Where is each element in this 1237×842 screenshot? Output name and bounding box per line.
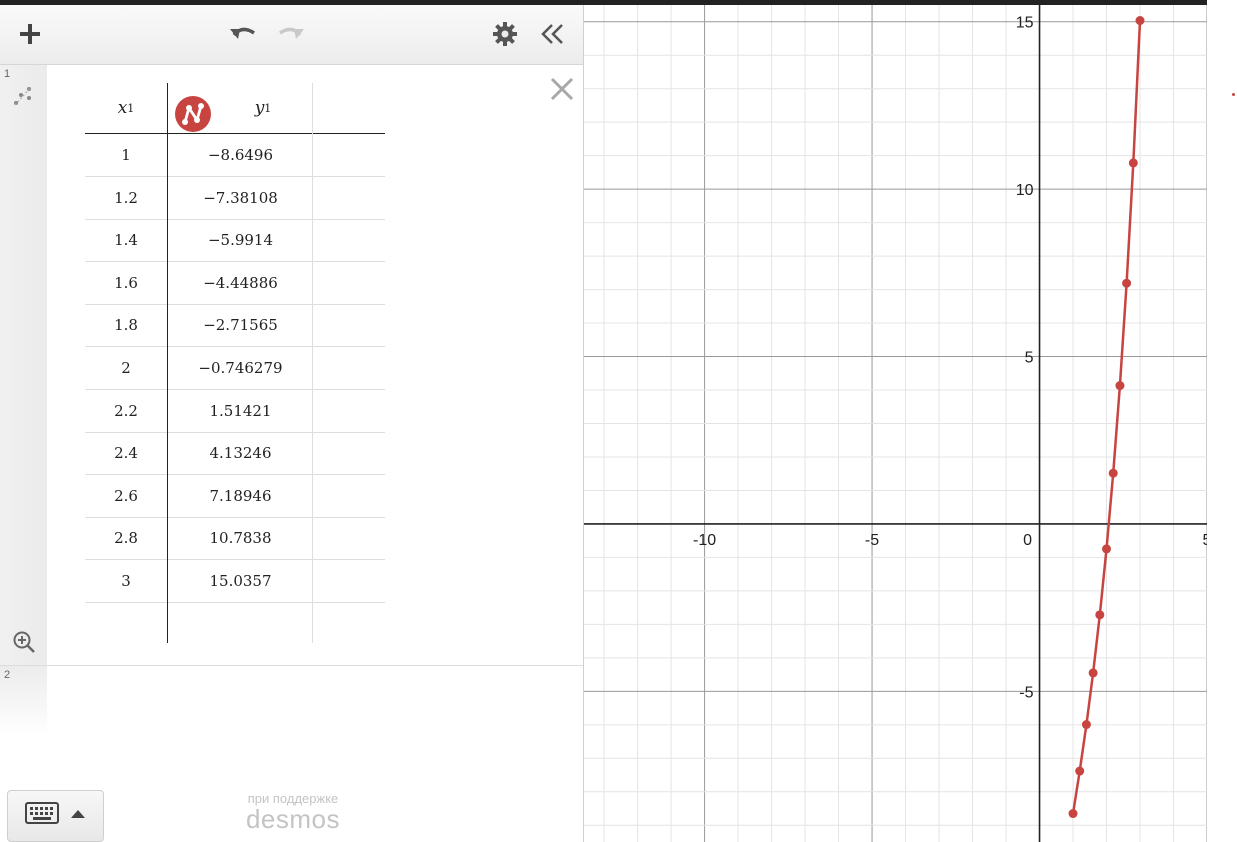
- points-lines-style-icon: [182, 103, 204, 125]
- undo-icon: [230, 27, 255, 39]
- expression-gutter: 1: [0, 65, 47, 665]
- table-row: 2.6 7.18946: [85, 475, 385, 518]
- x-tick-label: -5: [865, 532, 879, 549]
- table-row: 1.4 −5.9914: [85, 219, 385, 263]
- table-cell-y[interactable]: 4.13246: [168, 432, 313, 474]
- collapse-panel-button[interactable]: [538, 19, 568, 49]
- y-var-subscript: 1: [264, 101, 272, 115]
- table-row-empty[interactable]: [85, 603, 385, 645]
- table-cell-x[interactable]: 3: [85, 560, 167, 602]
- data-point: [1102, 544, 1112, 554]
- x-tick-label: -10: [693, 532, 716, 549]
- x-tick-label: 5: [1203, 532, 1207, 549]
- settings-button[interactable]: [490, 19, 520, 49]
- table-row: 1.6 −4.44886: [85, 262, 385, 305]
- expression-toolbar: [0, 5, 583, 65]
- data-point: [1115, 381, 1125, 391]
- data-point: [1075, 766, 1085, 776]
- x-var-subscript: 1: [127, 101, 135, 115]
- data-point: [1081, 720, 1091, 730]
- expression-index: 1: [4, 68, 11, 80]
- x-var-label: x: [117, 98, 128, 118]
- table-cell-y[interactable]: −2.71565: [168, 304, 313, 346]
- table-cell-y[interactable]: −7.38108: [168, 177, 313, 219]
- table-row: 2.8 10.7838: [85, 517, 385, 561]
- delete-expression-icon[interactable]: [548, 75, 576, 103]
- table-header: x1 y1: [85, 83, 385, 133]
- y-tick-label: 5: [1025, 350, 1034, 367]
- expression-panel: 1 x1 y1 1 −8.6496 1.2 −7.38108 1.4 −5.99…: [0, 5, 584, 842]
- desmos-logo-text: desmos: [245, 804, 341, 834]
- column-divider-2: [312, 83, 313, 643]
- table-cell-x[interactable]: 1: [85, 134, 167, 176]
- data-point: [1135, 16, 1145, 26]
- column-header-y[interactable]: y1: [213, 83, 313, 133]
- y-tick-label: 15: [1016, 15, 1034, 32]
- column-header-x[interactable]: x1: [85, 83, 167, 133]
- x-tick-label: 0: [1023, 532, 1032, 549]
- table-cell-y[interactable]: 10.7838: [168, 517, 313, 559]
- graph-canvas[interactable]: -10 -5 0 5 15 10 5 -5: [584, 5, 1207, 842]
- table-cell-x[interactable]: 2.6: [85, 475, 167, 517]
- data-point: [1088, 668, 1098, 678]
- table-cell-x[interactable]: 2.8: [85, 517, 167, 559]
- point-marker: [1232, 93, 1235, 96]
- table-regression-icon[interactable]: [12, 85, 34, 107]
- gear-icon: [493, 22, 517, 46]
- redo-icon: [279, 27, 304, 39]
- table-cell-y[interactable]: 7.18946: [168, 475, 313, 517]
- table-row: 2.2 1.51421: [85, 390, 385, 433]
- plus-icon: [20, 24, 40, 44]
- table-row: 3 15.0357: [85, 560, 385, 603]
- data-point: [1095, 610, 1105, 620]
- table-row: 2 −0.746279: [85, 347, 385, 390]
- table-cell-y[interactable]: 1.51421: [168, 390, 313, 432]
- add-item-button[interactable]: [15, 19, 45, 49]
- data-point: [1122, 278, 1132, 288]
- expression-item-empty[interactable]: 2: [0, 666, 583, 736]
- y-tick-label: -5: [1019, 684, 1033, 701]
- table-cell-x[interactable]: 2.4: [85, 432, 167, 474]
- table-cell-x[interactable]: 2.2: [85, 390, 167, 432]
- y-var-label: y: [254, 98, 265, 118]
- table-cell-y[interactable]: −5.9914: [168, 219, 313, 261]
- y-tick-label: 10: [1016, 182, 1034, 199]
- table-row: 1 −8.6496: [85, 134, 385, 177]
- table-cell-x[interactable]: 1.2: [85, 177, 167, 219]
- column-divider: [167, 83, 168, 643]
- expression-index: 2: [4, 669, 11, 681]
- table-cell-y[interactable]: −8.6496: [168, 134, 313, 176]
- expression-gutter: 2: [0, 666, 47, 736]
- keyboard-toggle-button[interactable]: [7, 790, 104, 842]
- keyboard-icon: [25, 802, 59, 824]
- zoom-fit-icon[interactable]: [12, 630, 36, 654]
- data-point: [1068, 809, 1078, 819]
- table-row: 1.8 −2.71565: [85, 304, 385, 348]
- series-style-button[interactable]: [175, 96, 211, 132]
- undo-button[interactable]: [228, 19, 258, 49]
- powered-by-desmos[interactable]: при поддержке desmos: [228, 792, 358, 834]
- data-point: [1108, 468, 1118, 478]
- table-cell-y[interactable]: −4.44886: [168, 262, 313, 304]
- table-cell-x[interactable]: 1.8: [85, 304, 167, 346]
- table-cell-x[interactable]: 1.4: [85, 219, 167, 261]
- double-chevron-left-icon: [541, 24, 563, 44]
- table-cell-y[interactable]: 15.0357: [168, 560, 313, 602]
- data-point: [1128, 158, 1138, 168]
- table-cell-x[interactable]: 1.6: [85, 262, 167, 304]
- table-cell-x[interactable]: 2: [85, 347, 167, 389]
- table-row: 2.4 4.13246: [85, 432, 385, 476]
- table-cell-y[interactable]: −0.746279: [168, 347, 313, 389]
- graph-svg: -10 -5 0 5 15 10 5 -5: [584, 5, 1207, 842]
- table-row: 1.2 −7.38108: [85, 177, 385, 220]
- redo-button[interactable]: [276, 19, 306, 49]
- caret-up-icon: [71, 810, 85, 818]
